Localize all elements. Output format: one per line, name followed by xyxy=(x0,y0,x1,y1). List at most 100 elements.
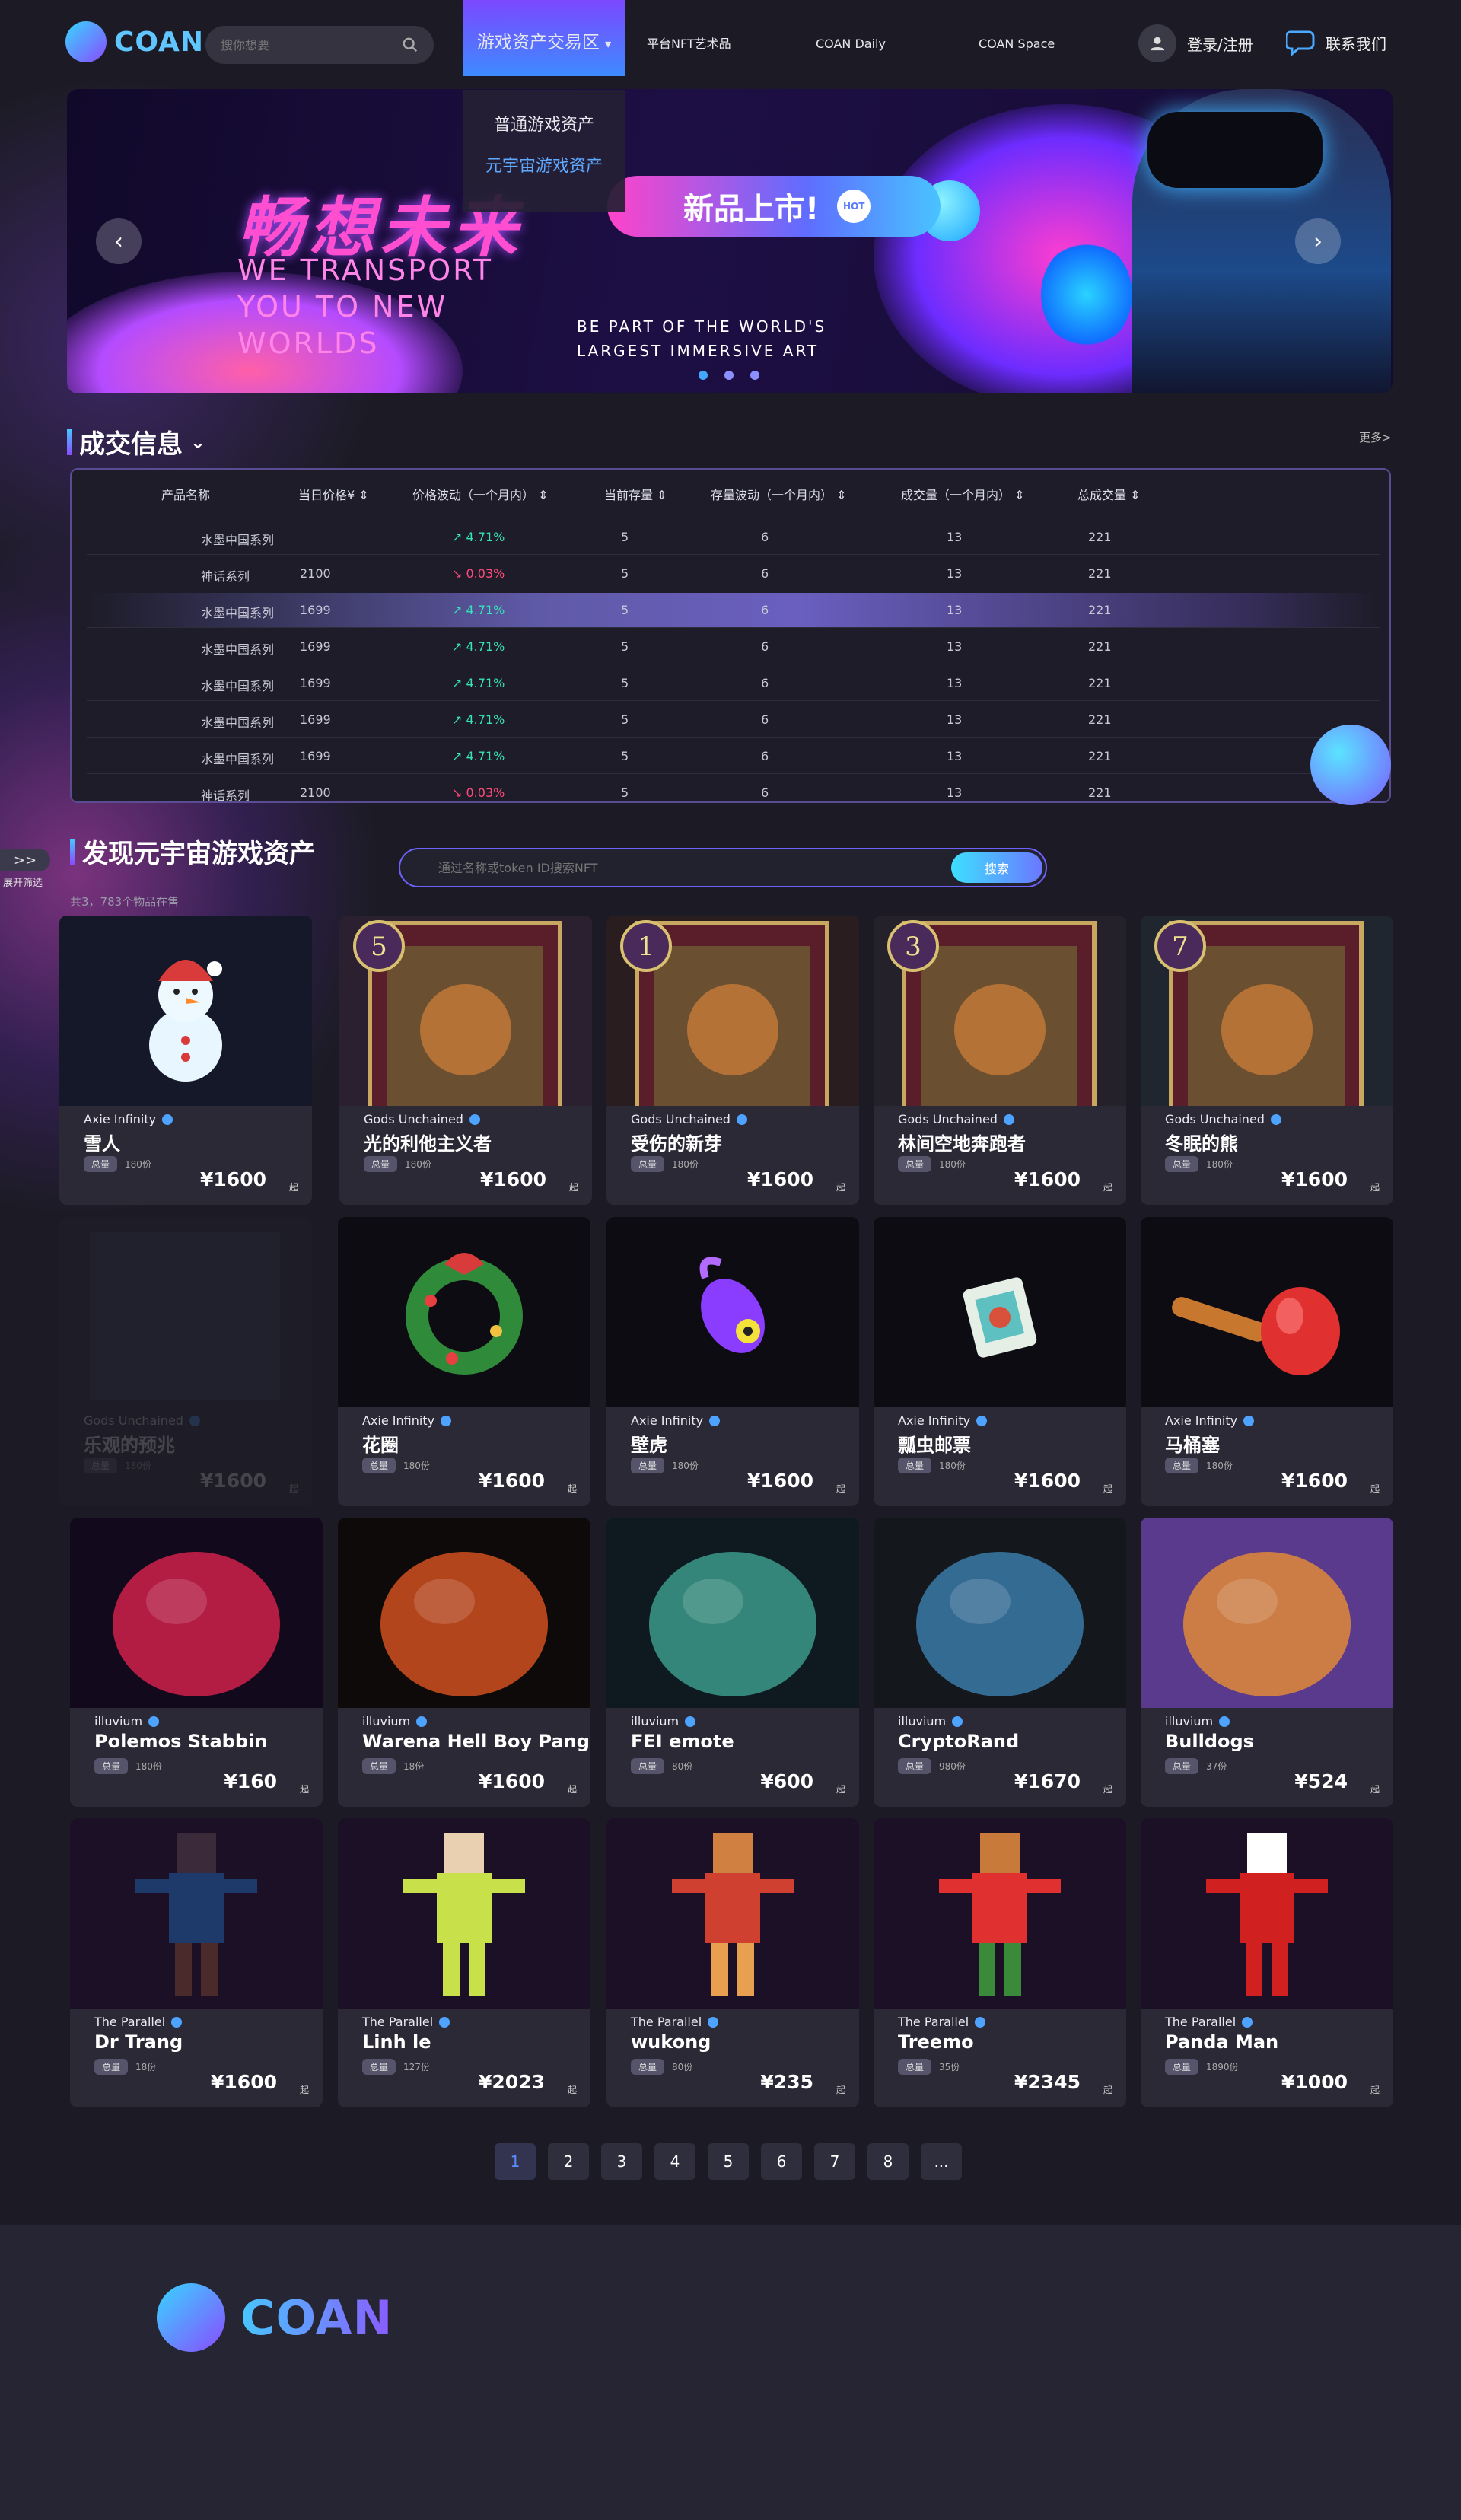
title-accent xyxy=(70,838,75,865)
footer-logo[interactable]: COAN xyxy=(157,2283,393,2352)
col-header-total[interactable]: 总成交量 ⇕ xyxy=(1077,485,1141,503)
supply-qty: 180份 xyxy=(672,1159,699,1170)
asset-card[interactable]: The Parallel wukong 总量 80份 ¥235 起 xyxy=(606,1818,859,2107)
header-search-input[interactable] xyxy=(221,37,402,53)
page-button[interactable]: 1 xyxy=(495,2143,536,2180)
asset-image xyxy=(874,1518,1126,1708)
page-button[interactable]: 4 xyxy=(654,2143,695,2180)
banner-sub-line: LARGEST IMMERSIVE ART xyxy=(577,342,820,360)
price-suffix: 起 xyxy=(1103,2085,1112,2095)
asset-card[interactable]: 3 Gods Unchained 林间空地奔跑者 总量 180份 ¥1600 起 xyxy=(874,916,1126,1205)
trade-row[interactable]: 神话系列 2100 ↘ 0.03% 5 6 13 221 xyxy=(87,776,1380,801)
trade-row[interactable]: 水墨中国系列 ↗ 4.71% 5 6 13 221 xyxy=(87,520,1380,555)
trade-row[interactable]: 水墨中国系列 1699 ↗ 4.71% 5 6 13 221 xyxy=(87,666,1380,701)
nav-coan-space[interactable]: COAN Space xyxy=(979,0,1055,76)
asset-card[interactable]: Axie Infinity 瓢虫邮票 总量 180份 ¥1600 起 xyxy=(874,1217,1126,1506)
cell-total: 221 xyxy=(1088,712,1112,727)
banner-next-button[interactable]: › xyxy=(1295,218,1341,264)
dropdown-item-metaverse[interactable]: 元宇宙游戏资产 xyxy=(463,146,625,187)
asset-card[interactable]: 1 Gods Unchained 受伤的新芽 总量 180份 ¥1600 起 xyxy=(606,916,859,1205)
trade-row[interactable]: 水墨中国系列 1699 ↗ 4.71% 5 6 13 221 xyxy=(87,593,1380,628)
asset-card[interactable]: 7 Gods Unchained 冬眠的熊 总量 180份 ¥1600 起 xyxy=(1141,916,1393,1205)
cell-total: 221 xyxy=(1088,676,1112,690)
game-assets-dropdown: 普通游戏资产 元宇宙游戏资产 xyxy=(463,90,625,212)
price-suffix: 起 xyxy=(299,2085,309,2095)
vr-headset-image xyxy=(1147,112,1323,188)
carousel-dot[interactable] xyxy=(724,371,734,380)
chevron-left-icon: ‹ xyxy=(114,228,123,255)
nav-nft-art[interactable]: 平台NFT艺术品 xyxy=(647,0,731,76)
page-button[interactable]: 2 xyxy=(548,2143,589,2180)
page-button[interactable]: 5 xyxy=(708,2143,749,2180)
col-header-stock-change[interactable]: 存量波动（一个月内） ⇕ xyxy=(711,485,847,503)
price-suffix: 起 xyxy=(567,1483,577,1494)
carousel-dot[interactable] xyxy=(750,371,759,380)
col-header-stock[interactable]: 当前存量 ⇕ xyxy=(604,485,667,503)
login-label: 登录/注册 xyxy=(1187,35,1253,54)
login-register[interactable]: 登录/注册 xyxy=(1138,24,1253,62)
logo[interactable]: COAN xyxy=(65,21,204,62)
contact-us[interactable]: 联系我们 xyxy=(1286,29,1386,56)
asset-supply: 总量 80份 xyxy=(631,1758,692,1774)
dropdown-item-normal[interactable]: 普通游戏资产 xyxy=(463,105,625,146)
verified-icon xyxy=(709,1415,721,1426)
asset-name: 林间空地奔跑者 xyxy=(898,1133,1026,1155)
col-header-label: 价格波动（一个月内） xyxy=(412,488,535,502)
supply-qty: 37份 xyxy=(1206,1761,1227,1772)
page-button[interactable]: 8 xyxy=(867,2143,909,2180)
nft-search-button[interactable]: 搜索 xyxy=(951,852,1042,883)
verified-icon xyxy=(416,1716,428,1727)
page-button[interactable]: ... xyxy=(921,2143,962,2180)
page-button[interactable]: 6 xyxy=(761,2143,802,2180)
side-filter-toggle[interactable]: >> 展开筛选 xyxy=(0,849,50,894)
hero-banner[interactable]: 畅想未来 新品上市! HOT WE TRANSPORT YOU TO NEW W… xyxy=(67,89,1393,393)
asset-card[interactable]: The Parallel Dr Trang 总量 18份 ¥1600 起 xyxy=(70,1818,323,2107)
trade-row[interactable]: 神话系列 2100 ↘ 0.03% 5 6 13 221 xyxy=(87,556,1380,591)
col-header-name[interactable]: 产品名称 xyxy=(161,485,210,503)
page-button[interactable]: 7 xyxy=(814,2143,855,2180)
sort-icon: ⇕ xyxy=(538,488,549,502)
search-icon[interactable] xyxy=(402,37,419,53)
asset-card[interactable]: Axie Infinity 马桶塞 总量 180份 ¥1600 起 xyxy=(1141,1217,1393,1506)
asset-image: 5 xyxy=(339,916,592,1106)
trade-row[interactable]: 水墨中国系列 1699 ↗ 4.71% 5 6 13 221 xyxy=(87,629,1380,664)
supply-qty: 980份 xyxy=(939,1761,966,1772)
price-suffix: 起 xyxy=(1370,2085,1380,2095)
trade-more-link[interactable]: 更多> xyxy=(1359,429,1392,445)
asset-card[interactable]: Axie Infinity 雪人 总量 180份 ¥1600 起 xyxy=(59,916,312,1205)
trade-row[interactable]: 水墨中国系列 1699 ↗ 4.71% 5 6 13 221 xyxy=(87,739,1380,774)
asset-card[interactable]: illuvium FEI emote 总量 80份 ¥600 起 xyxy=(606,1518,859,1807)
col-header-price-change[interactable]: 价格波动（一个月内） ⇕ xyxy=(412,485,549,503)
col-header-volume[interactable]: 成交量（一个月内） ⇕ xyxy=(901,485,1025,503)
nft-search-input[interactable] xyxy=(438,860,951,875)
chevron-down-icon: ⌄ xyxy=(190,431,206,453)
asset-card[interactable]: The Parallel Linh le 总量 127份 ¥2023 起 xyxy=(338,1818,590,2107)
asset-supply: 总量 127份 xyxy=(362,2059,430,2075)
asset-card[interactable]: The Parallel Treemo 总量 35份 ¥2345 起 xyxy=(874,1818,1126,2107)
asset-card[interactable]: The Parallel Panda Man 总量 1890份 ¥1000 起 xyxy=(1141,1818,1393,2107)
asset-supply: 总量 18份 xyxy=(362,1758,424,1774)
col-header-price[interactable]: 当日价格¥ ⇕ xyxy=(298,485,369,503)
trend-down-icon: ↘ xyxy=(452,566,466,581)
nav-coan-daily[interactable]: COAN Daily xyxy=(816,0,886,76)
asset-image xyxy=(606,1818,859,2009)
asset-card[interactable]: illuvium Polemos Stabbin 总量 180份 ¥160 起 xyxy=(70,1518,323,1807)
asset-card[interactable]: 5 Gods Unchained 光的利他主义者 总量 180份 ¥1600 起 xyxy=(339,916,592,1205)
header-search[interactable] xyxy=(205,26,434,64)
asset-card[interactable]: Axie Infinity 花圈 总量 180份 ¥1600 起 xyxy=(338,1217,590,1506)
page-button[interactable]: 3 xyxy=(601,2143,642,2180)
cell-price: 1699 xyxy=(300,712,331,727)
asset-card[interactable]: Gods Unchained 乐观的预兆 总量 180份 ¥1600 起 xyxy=(59,1217,312,1506)
trade-section-title[interactable]: 成交信息 ⌄ xyxy=(67,423,205,460)
asset-card[interactable]: illuvium CryptoRand 总量 980份 ¥1670 起 xyxy=(874,1518,1126,1807)
asset-card[interactable]: Axie Infinity 壁虎 总量 180份 ¥1600 起 xyxy=(606,1217,859,1506)
cell-change: ↗ 4.71% xyxy=(452,603,505,617)
banner-prev-button[interactable]: ‹ xyxy=(96,218,142,264)
asset-image xyxy=(59,916,312,1106)
nav-game-assets[interactable]: 游戏资产交易区 ▾ xyxy=(463,0,625,76)
carousel-dot[interactable] xyxy=(699,371,708,380)
supply-badge: 总量 xyxy=(364,1156,398,1172)
asset-card[interactable]: illuvium Bulldogs 总量 37份 ¥524 起 xyxy=(1141,1518,1393,1807)
trade-row[interactable]: 水墨中国系列 1699 ↗ 4.71% 5 6 13 221 xyxy=(87,702,1380,738)
asset-card[interactable]: illuvium Warena Hell Boy Pangolin 总量 18份 ¥16… xyxy=(338,1518,590,1807)
